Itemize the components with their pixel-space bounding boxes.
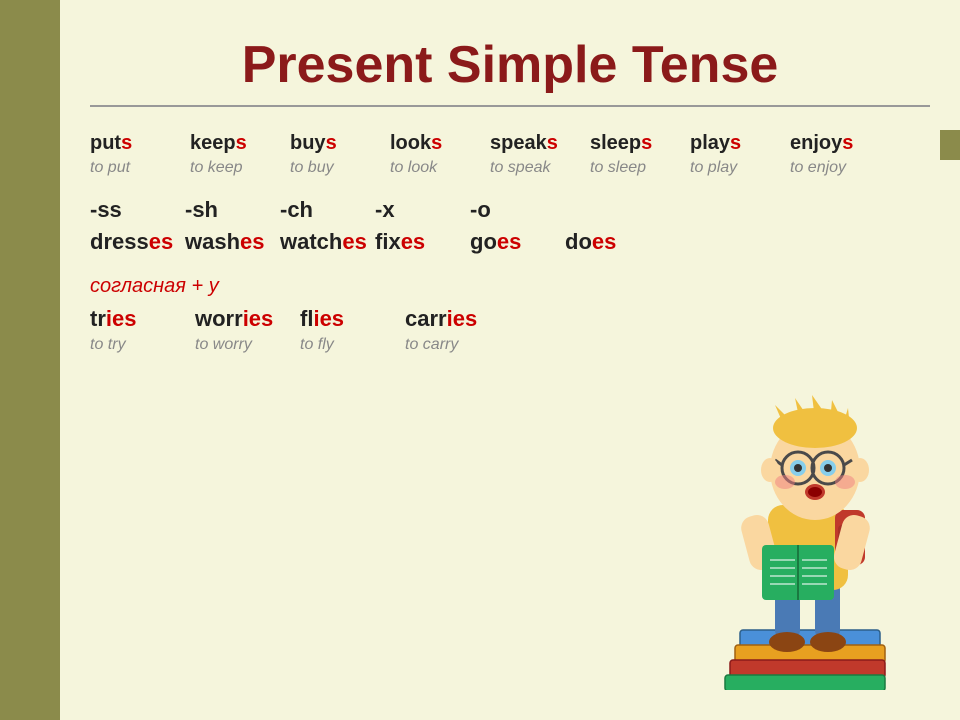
verb-item: puts — [90, 132, 190, 155]
ies-prefix: tr — [90, 306, 106, 331]
es-suffix: es — [592, 229, 616, 254]
ending-label: -sh — [185, 197, 280, 223]
ending-label: -x — [375, 197, 470, 223]
ies-suffix: ies — [447, 306, 478, 331]
ies-infinitive-item: to fly — [300, 336, 405, 354]
es-verb-item: washes — [185, 229, 280, 255]
infinitive-item: to speak — [490, 159, 590, 177]
es-verb-item: dresses — [90, 229, 185, 255]
divider — [90, 105, 930, 107]
infinitive-item: to sleep — [590, 159, 690, 177]
verb-suffix: s — [730, 132, 741, 154]
es-verb-item: goes — [470, 229, 565, 255]
ies-suffix: ies — [313, 306, 344, 331]
ies-infinitive-item: to try — [90, 336, 195, 354]
ies-infinitive-item: to worry — [195, 336, 300, 354]
verb-item: sleeps — [590, 132, 690, 155]
infinitive-item: to keep — [190, 159, 290, 177]
verb-item: keeps — [190, 132, 290, 155]
ies-forms-row: triesworriesfliescarries — [90, 306, 930, 332]
ies-prefix: worr — [195, 306, 243, 331]
es-suffix: es — [240, 229, 264, 254]
verb-suffix: s — [236, 132, 247, 154]
es-suffix: es — [401, 229, 425, 254]
left-sidebar — [0, 0, 60, 720]
verb-item: enjoys — [790, 132, 890, 155]
ending-label: -ch — [280, 197, 375, 223]
ies-verb-item: worries — [195, 306, 300, 332]
consonant-label: согласная + y — [90, 275, 930, 298]
ies-infinitive-item: to carry — [405, 336, 510, 354]
verb-suffix: s — [547, 132, 558, 154]
infinitive-item: to enjoy — [790, 159, 890, 177]
es-suffix: es — [342, 229, 366, 254]
ies-suffix: ies — [243, 306, 274, 331]
es-suffix: es — [497, 229, 521, 254]
ies-verb-item: carries — [405, 306, 510, 332]
ies-suffix: ies — [106, 306, 137, 331]
verb-forms-row: putskeepsbuyslooksspeakssleepsplaysenjoy… — [90, 132, 930, 155]
verb-item: plays — [690, 132, 790, 155]
verb-suffix: s — [842, 132, 853, 154]
endings-labels-row: -ss-sh-ch-x-o — [90, 197, 930, 223]
es-verb-item: watches — [280, 229, 375, 255]
infinitive-item: to buy — [290, 159, 390, 177]
es-forms-row: dresseswasheswatchesfixesgoesdoes — [90, 229, 930, 255]
verb-item: looks — [390, 132, 490, 155]
consonant-section: согласная + y triesworriesfliescarries t… — [90, 275, 930, 354]
ies-prefix: carr — [405, 306, 447, 331]
verb-suffix: s — [326, 132, 337, 154]
infinitive-item: to put — [90, 159, 190, 177]
endings-section: -ss-sh-ch-x-o dresseswasheswatchesfixesg… — [90, 197, 930, 255]
infinitive-item: to play — [690, 159, 790, 177]
verb-suffix: s — [641, 132, 652, 154]
ending-label: -ss — [90, 197, 185, 223]
verb-suffix: s — [431, 132, 442, 154]
es-verb-item: fixes — [375, 229, 470, 255]
verb-item: buys — [290, 132, 390, 155]
verbs-section: putskeepsbuyslooksspeakssleepsplaysenjoy… — [90, 132, 930, 177]
ending-label: -o — [470, 197, 565, 223]
es-verb-item: does — [565, 229, 660, 255]
boy-illustration — [680, 350, 940, 690]
ies-verb-item: tries — [90, 306, 195, 332]
es-suffix: es — [149, 229, 173, 254]
page-title: Present Simple Tense — [90, 35, 930, 95]
infinitives-row: to putto keepto buyto lookto speakto sle… — [90, 159, 930, 177]
verb-suffix: s — [121, 132, 132, 154]
infinitive-item: to look — [390, 159, 490, 177]
verb-item: speaks — [490, 132, 590, 155]
ies-verb-item: flies — [300, 306, 405, 332]
ies-prefix: fl — [300, 306, 313, 331]
